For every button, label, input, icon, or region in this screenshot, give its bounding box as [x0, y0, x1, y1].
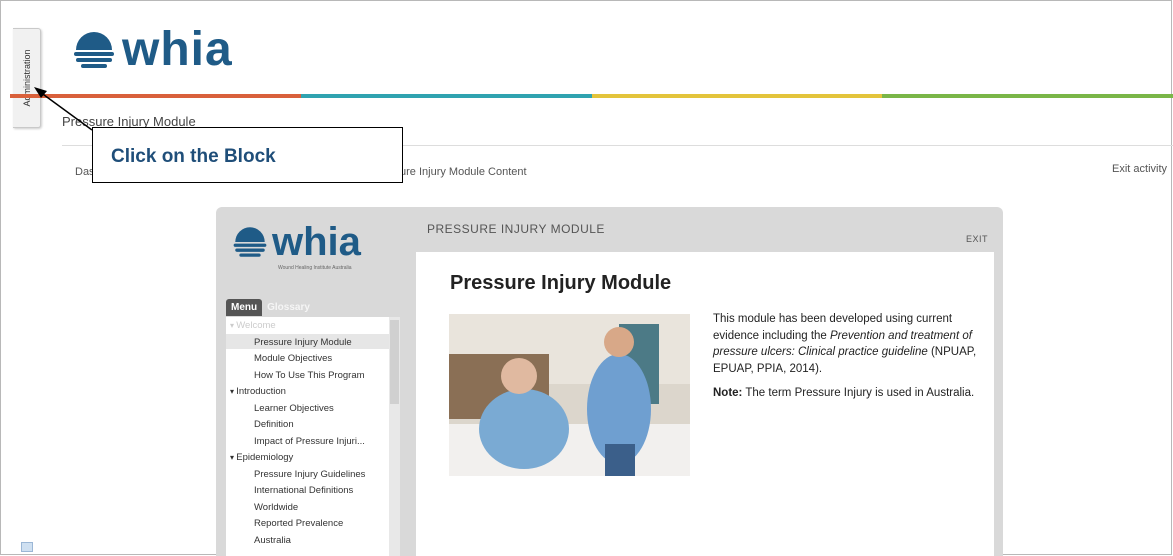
color-bar-segment [591, 94, 883, 98]
menu-section-item[interactable]: ▾ Welcome [230, 320, 276, 331]
tab-glossary[interactable]: Glossary [262, 299, 315, 316]
breadcrumb-current: ure Injury Module Content [400, 166, 527, 178]
menu-item[interactable]: International Definitions [254, 485, 353, 496]
menu-item[interactable]: Worldwide [254, 502, 298, 513]
player-logo-subtitle: Wound Healing Institute Australia [278, 265, 352, 271]
menu-item[interactable]: Module Objectives [254, 353, 332, 364]
content-body: This module has been developed using cur… [713, 311, 978, 410]
logo-text: whia [122, 23, 233, 76]
menu-item[interactable]: Pressure Injury Guidelines [254, 469, 365, 480]
menu-scrollbar[interactable] [389, 317, 400, 556]
nurse-patient-photo [449, 314, 690, 476]
whia-globe-icon [233, 227, 267, 257]
exit-activity-link[interactable]: Exit activity [1112, 163, 1167, 175]
page-icon [21, 542, 33, 552]
player-whia-logo: whia [232, 222, 361, 262]
menu-item[interactable]: Reported Prevalence [254, 518, 343, 529]
menu-section-item[interactable]: ▾ Introduction [230, 386, 286, 397]
content-title: Pressure Injury Module [450, 272, 672, 294]
player-header-title: PRESSURE INJURY MODULE [427, 222, 605, 236]
intro-paragraph: This module has been developed using cur… [713, 313, 977, 375]
player-logo-text: whia [272, 220, 361, 264]
color-bar-segment [10, 94, 301, 98]
menu-item[interactable]: Australia [254, 535, 291, 546]
whia-globe-icon [74, 32, 114, 68]
administration-block-tab[interactable]: Administration [13, 28, 41, 128]
menu-item[interactable]: Impact of Pressure Injuri... [254, 436, 365, 447]
menu-item[interactable]: How To Use This Program [254, 370, 365, 381]
menu-scrollbar-thumb[interactable] [390, 320, 399, 404]
color-bar-segment [300, 94, 592, 98]
tab-menu[interactable]: Menu [226, 299, 263, 316]
instruction-callout: Click on the Block [92, 127, 403, 183]
note-paragraph: Note: The term Pressure Injury is used i… [713, 387, 975, 399]
menu-item[interactable]: Definition [254, 419, 294, 430]
callout-text: Click on the Block [111, 146, 276, 167]
color-bar-segment [882, 94, 1173, 98]
brand-color-bar [10, 94, 1173, 98]
player-exit-button[interactable]: EXIT [966, 234, 988, 244]
menu-item[interactable]: Learner Objectives [254, 403, 334, 414]
whia-logo[interactable]: whia [72, 23, 233, 76]
menu-tabs: Menu Glossary [226, 299, 315, 316]
menu-section-item[interactable]: ▾ Epidemiology [230, 452, 293, 463]
menu-item[interactable]: Pressure Injury Module [254, 337, 352, 348]
